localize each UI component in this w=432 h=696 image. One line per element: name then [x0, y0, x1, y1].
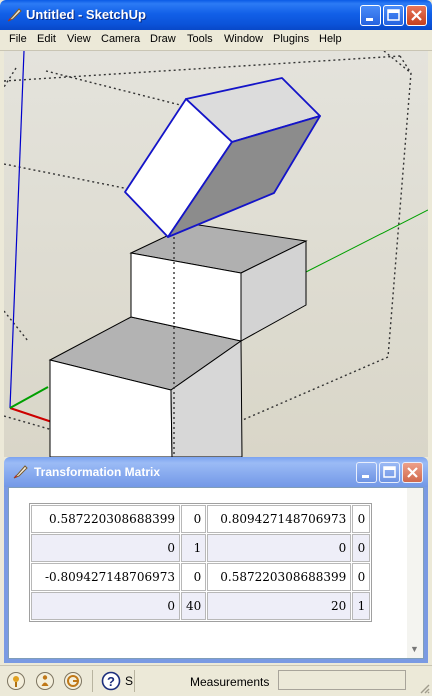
matrix-cell: 0	[31, 592, 180, 620]
dialog-title-bar[interactable]: Transformation Matrix	[4, 457, 428, 487]
status-separator	[92, 670, 93, 692]
menu-camera[interactable]: Camera	[101, 33, 140, 45]
table-row: 0 1 0 0	[31, 534, 371, 562]
matrix-cell: 0.587220308688399	[31, 505, 180, 533]
dialog-title: Transformation Matrix	[34, 465, 161, 479]
menu-window[interactable]: Window	[224, 33, 263, 45]
matrix-cell: 0	[352, 505, 371, 533]
table-row: 0 40 20 1	[31, 592, 371, 620]
matrix-cell: 40	[181, 592, 207, 620]
dialog-maximize-button[interactable]	[379, 462, 400, 483]
viewport-canvas	[4, 51, 428, 457]
matrix-table: 0.587220308688399 0 0.809427148706973 0 …	[29, 503, 373, 622]
sketchup-app-icon	[7, 8, 22, 22]
status-separator	[134, 670, 135, 692]
matrix-cell: 0	[207, 534, 352, 562]
dialog-close-button[interactable]	[402, 462, 423, 483]
scroll-down-icon[interactable]: ▼	[410, 644, 419, 654]
matrix-cell: 0	[31, 534, 180, 562]
status-hint-text: S	[125, 674, 134, 688]
matrix-cell: 0.809427148706973	[207, 505, 352, 533]
matrix-cell: 0	[181, 563, 207, 591]
dialog-minimize-button[interactable]	[356, 462, 377, 483]
resize-grip-icon[interactable]	[418, 682, 430, 694]
menu-view[interactable]: View	[67, 33, 91, 45]
table-row: 0.587220308688399 0 0.809427148706973 0	[31, 505, 371, 533]
matrix-cell: 0	[181, 505, 207, 533]
menu-file[interactable]: File	[9, 33, 27, 45]
minimize-icon	[362, 475, 369, 478]
matrix-cell: 0.587220308688399	[207, 563, 352, 591]
maximize-icon	[387, 9, 400, 21]
transformation-matrix-dialog: Transformation Matrix 0.587220308688399 …	[4, 457, 428, 663]
measurements-input[interactable]	[278, 670, 406, 690]
maximize-button[interactable]	[383, 5, 404, 26]
matrix-cell: -0.809427148706973	[31, 563, 180, 591]
maximize-icon	[383, 466, 396, 478]
close-button[interactable]	[406, 5, 427, 26]
close-icon	[407, 467, 418, 478]
close-icon	[411, 10, 422, 21]
credits-icon[interactable]	[35, 671, 55, 691]
sketchup-app-icon	[13, 465, 28, 479]
menu-edit[interactable]: Edit	[37, 33, 56, 45]
menu-tools[interactable]: Tools	[187, 33, 213, 45]
status-bar: ? S Measurements	[0, 665, 432, 696]
menu-draw[interactable]: Draw	[150, 33, 176, 45]
help-icon[interactable]: ?	[101, 671, 121, 691]
matrix-cell: 0	[352, 563, 371, 591]
table-row: -0.809427148706973 0 0.587220308688399 0	[31, 563, 371, 591]
menu-plugins[interactable]: Plugins	[273, 33, 309, 45]
sign-in-icon[interactable]	[63, 671, 83, 691]
geo-location-icon[interactable]	[6, 671, 26, 691]
menu-help[interactable]: Help	[319, 33, 342, 45]
matrix-cell: 1	[352, 592, 371, 620]
matrix-cell: 20	[207, 592, 352, 620]
window-title-bar[interactable]: Untitled - SketchUp	[0, 0, 432, 30]
matrix-cell: 1	[181, 534, 207, 562]
dialog-content: 0.587220308688399 0 0.809427148706973 0 …	[8, 487, 424, 659]
svg-text:?: ?	[107, 674, 115, 689]
model-viewport[interactable]	[4, 51, 428, 457]
minimize-icon	[366, 18, 373, 21]
window-title: Untitled - SketchUp	[26, 7, 146, 22]
dialog-scrollbar[interactable]: ▼	[407, 488, 423, 658]
minimize-button[interactable]	[360, 5, 381, 26]
matrix-cell: 0	[352, 534, 371, 562]
menu-bar: File Edit View Camera Draw Tools Window …	[0, 30, 432, 51]
measurements-label: Measurements	[190, 675, 270, 689]
